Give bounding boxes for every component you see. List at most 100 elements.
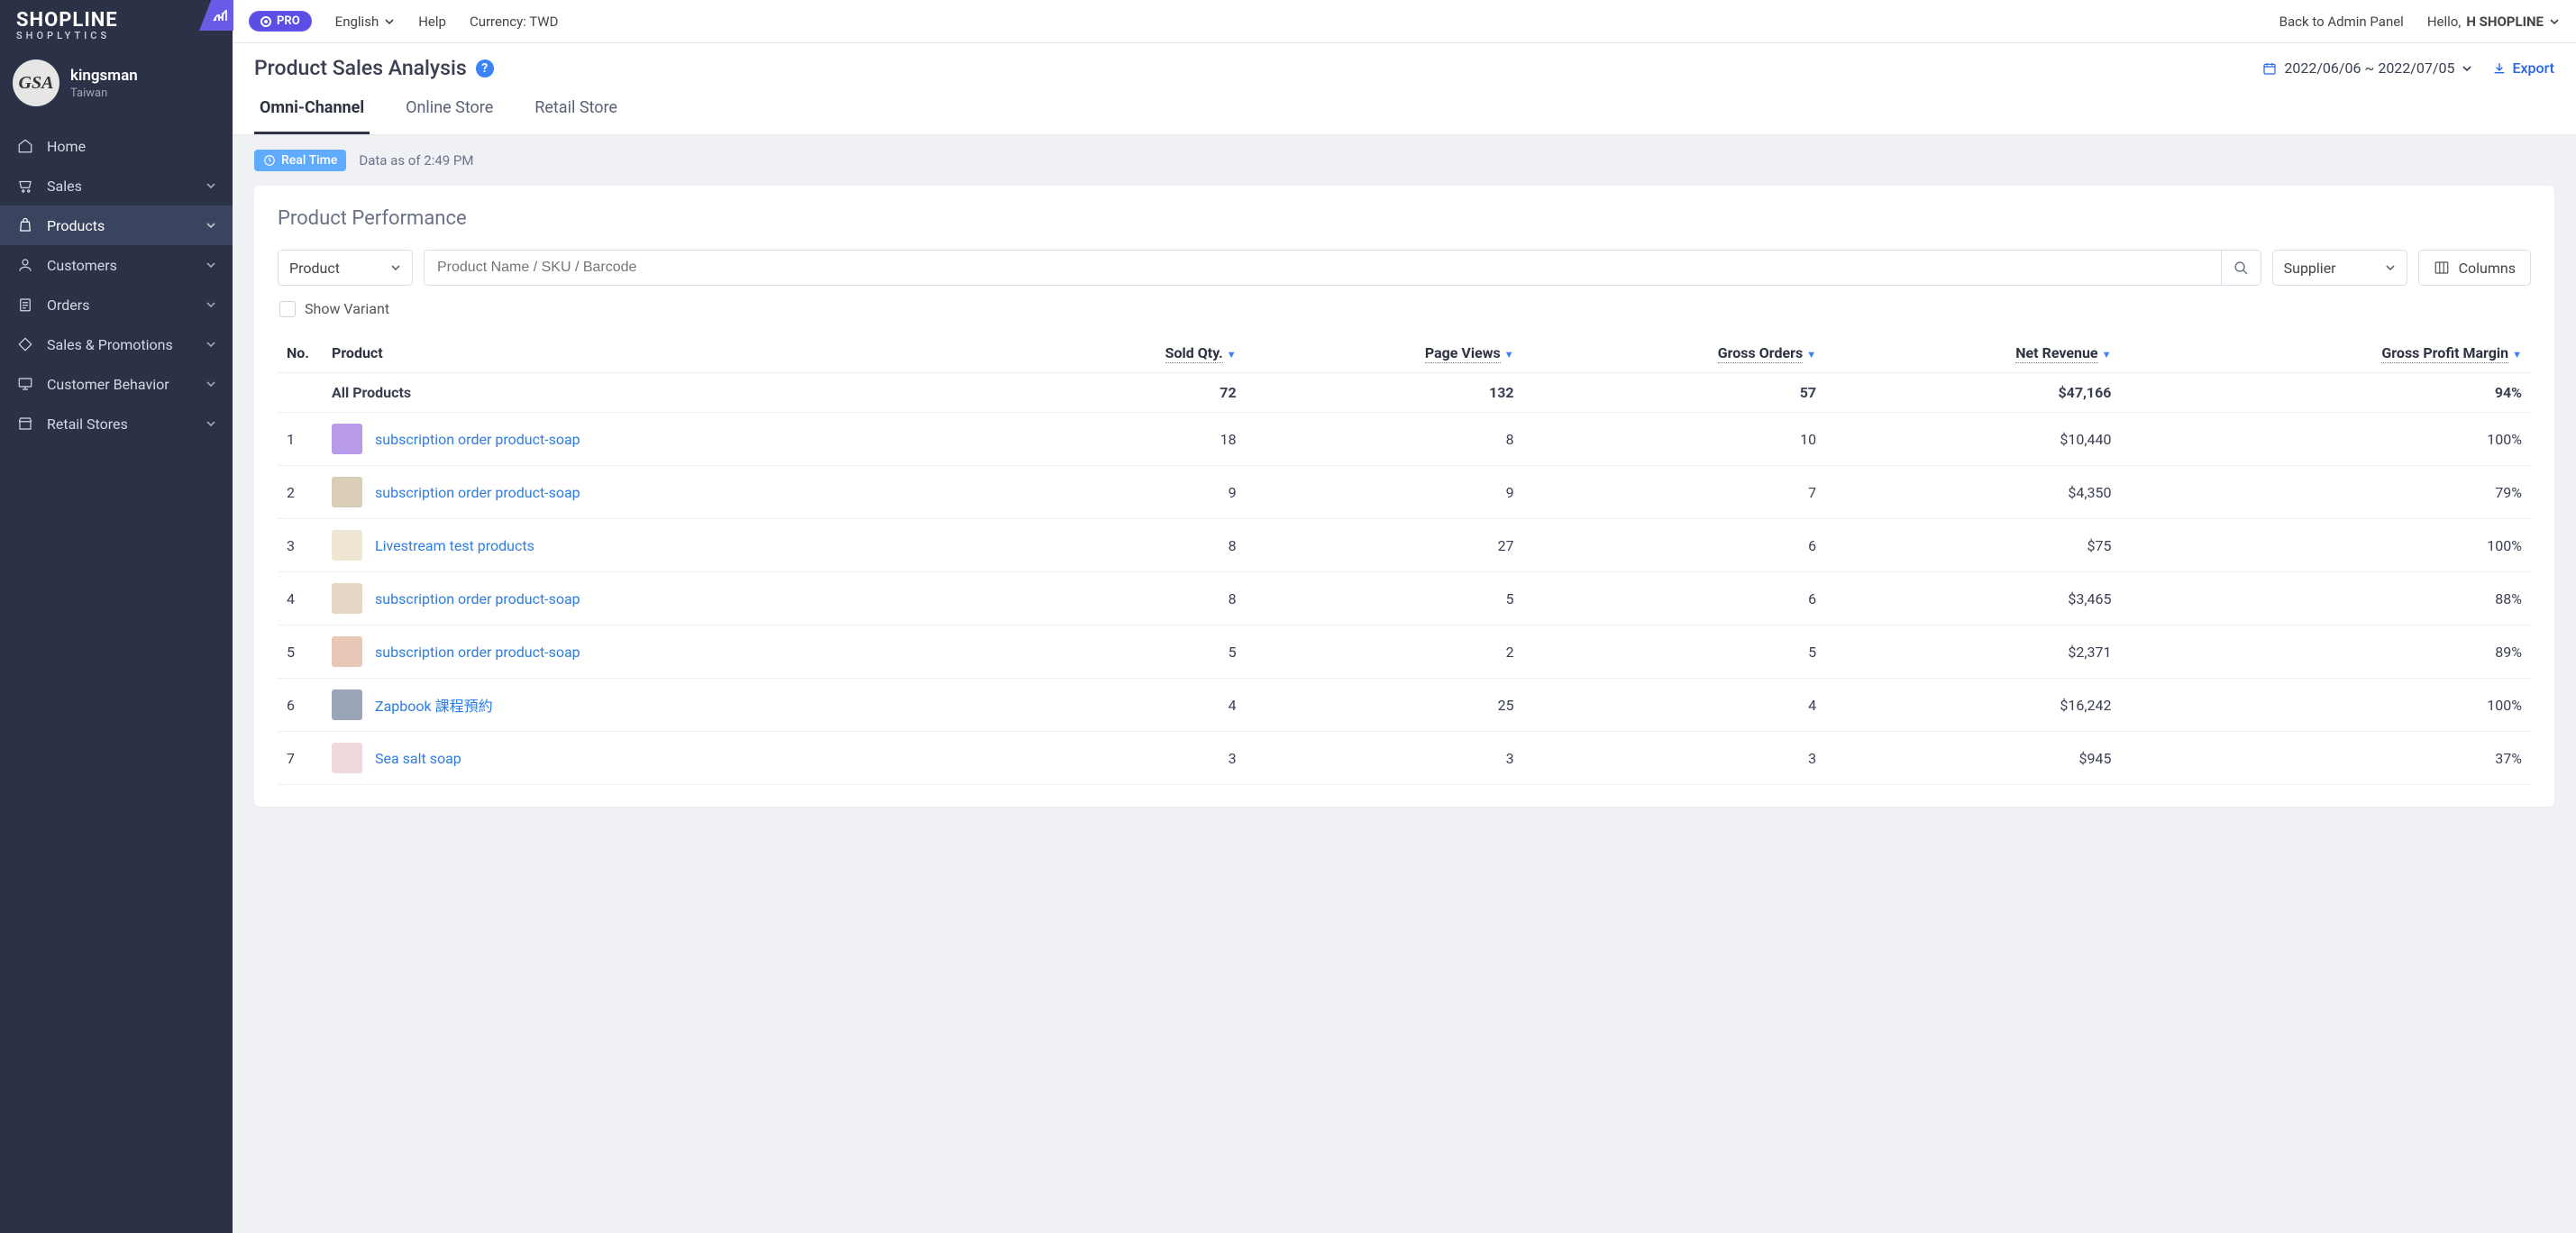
columns-icon: [2434, 260, 2450, 276]
target-icon: [260, 16, 271, 27]
product-link[interactable]: subscription order product-soap: [375, 590, 580, 607]
sidebar-item-behavior[interactable]: Customer Behavior: [0, 364, 233, 404]
sidebar-item-orders[interactable]: Orders: [0, 285, 233, 324]
filter-type-select[interactable]: Product: [278, 250, 413, 286]
row-sold-qty: 9: [1014, 466, 1246, 519]
table-row: 2subscription order product-soap997$4,35…: [278, 466, 2531, 519]
total-net-revenue: $47,166: [1825, 373, 2120, 413]
home-icon: [16, 137, 34, 155]
table-total-row: All Products 72 132 57 $47,166 94%: [278, 373, 2531, 413]
product-link[interactable]: subscription order product-soap: [375, 644, 580, 661]
hello-prefix: Hello,: [2427, 14, 2461, 30]
export-button[interactable]: Export: [2492, 59, 2554, 77]
row-sold-qty: 3: [1014, 732, 1246, 785]
chevron-down-icon: [390, 262, 401, 273]
export-label: Export: [2512, 59, 2554, 77]
row-sold-qty: 8: [1014, 572, 1246, 626]
sidebar-item-retail[interactable]: Retail Stores: [0, 404, 233, 443]
product-link[interactable]: Zapbook 課程預約: [375, 694, 493, 716]
calendar-icon: [2262, 61, 2277, 76]
sidebar: SHOPLINE SHOPLYTICS GSA kingsman Taiwan …: [0, 0, 233, 1233]
tab-omni-channel[interactable]: Omni-Channel: [254, 86, 370, 134]
pro-badge[interactable]: PRO: [249, 11, 312, 32]
user-menu[interactable]: Hello, H SHOPLINE: [2427, 14, 2560, 30]
search-input[interactable]: [425, 251, 2221, 285]
row-margin: 100%: [2120, 413, 2531, 466]
tab-retail-store[interactable]: Retail Store: [529, 86, 623, 134]
search-group: [424, 250, 2261, 286]
language-selector[interactable]: English: [335, 14, 396, 30]
product-link[interactable]: Sea salt soap: [375, 750, 461, 767]
sort-desc-icon: ▼: [1504, 349, 1514, 361]
product-thumbnail: [332, 530, 362, 561]
row-net-revenue: $2,371: [1825, 626, 2120, 679]
language-label: English: [335, 14, 379, 30]
row-no: 4: [278, 572, 323, 626]
row-gross-orders: 7: [1523, 466, 1825, 519]
row-margin: 79%: [2120, 466, 2531, 519]
columns-button[interactable]: Columns: [2418, 250, 2531, 286]
realtime-badge: Real Time: [254, 150, 346, 171]
row-gross-orders: 5: [1523, 626, 1825, 679]
chevron-down-icon: [206, 418, 216, 429]
sidebar-item-label: Customers: [47, 257, 117, 274]
product-thumbnail: [332, 743, 362, 773]
product-link[interactable]: subscription order product-soap: [375, 431, 580, 448]
row-gross-orders: 6: [1523, 572, 1825, 626]
col-gross-orders[interactable]: Gross Orders▼: [1523, 333, 1825, 373]
chevron-down-icon: [206, 339, 216, 350]
show-variant-checkbox[interactable]: [279, 301, 296, 317]
col-sold-qty[interactable]: Sold Qty.▼: [1014, 333, 1246, 373]
row-page-views: 25: [1246, 679, 1523, 732]
card-title: Product Performance: [278, 207, 2531, 230]
date-range-text: 2022/06/06 ~ 2022/07/05: [2284, 59, 2454, 77]
chevron-down-icon: [384, 16, 395, 27]
sidebar-item-home[interactable]: Home: [0, 126, 233, 166]
row-page-views: 27: [1246, 519, 1523, 572]
search-button[interactable]: [2221, 251, 2261, 285]
product-link[interactable]: subscription order product-soap: [375, 484, 580, 501]
back-to-admin-link[interactable]: Back to Admin Panel: [2279, 14, 2404, 30]
show-variant-label: Show Variant: [305, 300, 389, 317]
user-icon: [16, 256, 34, 274]
tenant-avatar: GSA: [13, 59, 59, 106]
total-label: All Products: [323, 373, 1014, 413]
sort-desc-icon: ▼: [1227, 349, 1237, 361]
sidebar-item-products[interactable]: Products: [0, 206, 233, 245]
hello-username: H SHOPLINE: [2466, 14, 2544, 30]
row-no: 6: [278, 679, 323, 732]
col-net-revenue[interactable]: Net Revenue▼: [1825, 333, 2120, 373]
date-range-picker[interactable]: 2022/06/06 ~ 2022/07/05: [2262, 59, 2472, 77]
sidebar-nav: Home Sales Products Customers Orders: [0, 126, 233, 443]
sidebar-item-label: Customer Behavior: [47, 376, 169, 393]
product-link[interactable]: Livestream test products: [375, 537, 534, 554]
data-as-of: Data as of 2:49 PM: [359, 152, 473, 169]
sidebar-item-sales[interactable]: Sales: [0, 166, 233, 206]
row-margin: 100%: [2120, 679, 2531, 732]
chevron-down-icon: [206, 260, 216, 270]
topbar: PRO English Help Currency: TWD Back to A…: [233, 0, 2576, 43]
help-icon[interactable]: ?: [476, 59, 494, 78]
row-no: 5: [278, 626, 323, 679]
download-icon: [2492, 61, 2507, 76]
col-margin[interactable]: Gross Profit Margin▼: [2120, 333, 2531, 373]
row-gross-orders: 3: [1523, 732, 1825, 785]
supplier-select[interactable]: Supplier: [2272, 250, 2407, 286]
row-gross-orders: 6: [1523, 519, 1825, 572]
tenant-block[interactable]: GSA kingsman Taiwan: [0, 49, 233, 123]
tab-online-store[interactable]: Online Store: [400, 86, 498, 134]
currency-label[interactable]: Currency: TWD: [470, 14, 559, 30]
columns-label: Columns: [2459, 260, 2516, 277]
col-page-views[interactable]: Page Views▼: [1246, 333, 1523, 373]
sort-desc-icon: ▼: [1806, 349, 1816, 361]
table-row: 3Livestream test products8276$75100%: [278, 519, 2531, 572]
sidebar-item-promotions[interactable]: Sales & Promotions: [0, 324, 233, 364]
sidebar-item-label: Home: [47, 138, 86, 155]
row-gross-orders: 4: [1523, 679, 1825, 732]
row-sold-qty: 4: [1014, 679, 1246, 732]
chevron-down-icon: [2385, 262, 2396, 273]
sidebar-item-customers[interactable]: Customers: [0, 245, 233, 285]
help-link[interactable]: Help: [418, 14, 446, 30]
realtime-label: Real Time: [281, 153, 337, 168]
row-gross-orders: 10: [1523, 413, 1825, 466]
